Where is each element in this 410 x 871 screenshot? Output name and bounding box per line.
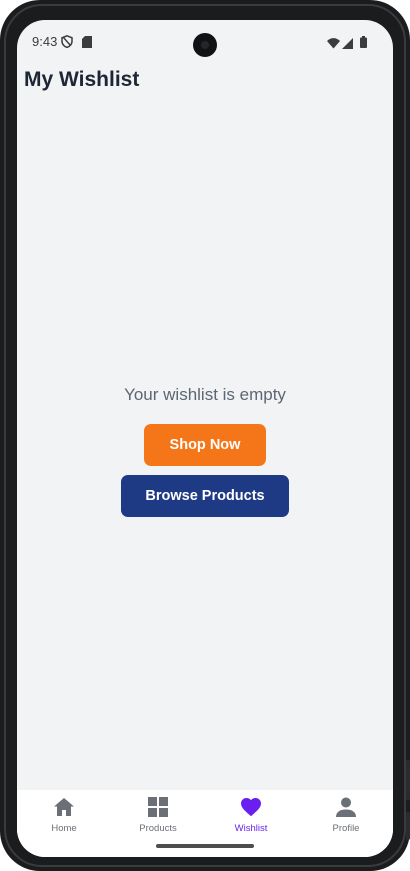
person-icon	[334, 795, 358, 819]
status-bar: 9:43	[17, 20, 393, 64]
volume-button	[406, 760, 410, 800]
grid-icon	[146, 795, 170, 819]
nav-label-products: Products	[139, 823, 177, 834]
sd-card-icon	[82, 35, 92, 53]
home-icon	[52, 795, 76, 819]
browse-products-button[interactable]: Browse Products	[121, 475, 289, 517]
nav-item-products[interactable]: Products	[118, 790, 198, 840]
nav-item-wishlist[interactable]: Wishlist	[211, 790, 291, 840]
nav-label-wishlist: Wishlist	[234, 823, 268, 834]
page-title: My Wishlist	[24, 68, 140, 91]
empty-wishlist-message: Your wishlist is empty	[124, 385, 286, 404]
front-camera	[193, 33, 217, 57]
power-button	[406, 812, 410, 840]
nav-label-home: Home	[51, 823, 77, 834]
device-frame: 9:43 My Wishlist Your wishlist is empty …	[0, 0, 410, 871]
nav-item-profile[interactable]: Profile	[306, 790, 386, 840]
wifi-icon	[327, 36, 340, 54]
shop-now-button[interactable]: Shop Now	[144, 424, 266, 466]
status-time: 9:43	[32, 34, 58, 49]
home-indicator[interactable]	[156, 844, 254, 848]
shield-icon	[61, 34, 73, 53]
app-screen: 9:43 My Wishlist Your wishlist is empty …	[17, 20, 393, 857]
nav-label-profile: Profile	[332, 823, 360, 834]
nav-item-home[interactable]: Home	[24, 790, 104, 840]
heart-icon	[239, 795, 263, 819]
battery-icon	[360, 35, 367, 53]
cellular-signal-icon	[342, 36, 353, 54]
